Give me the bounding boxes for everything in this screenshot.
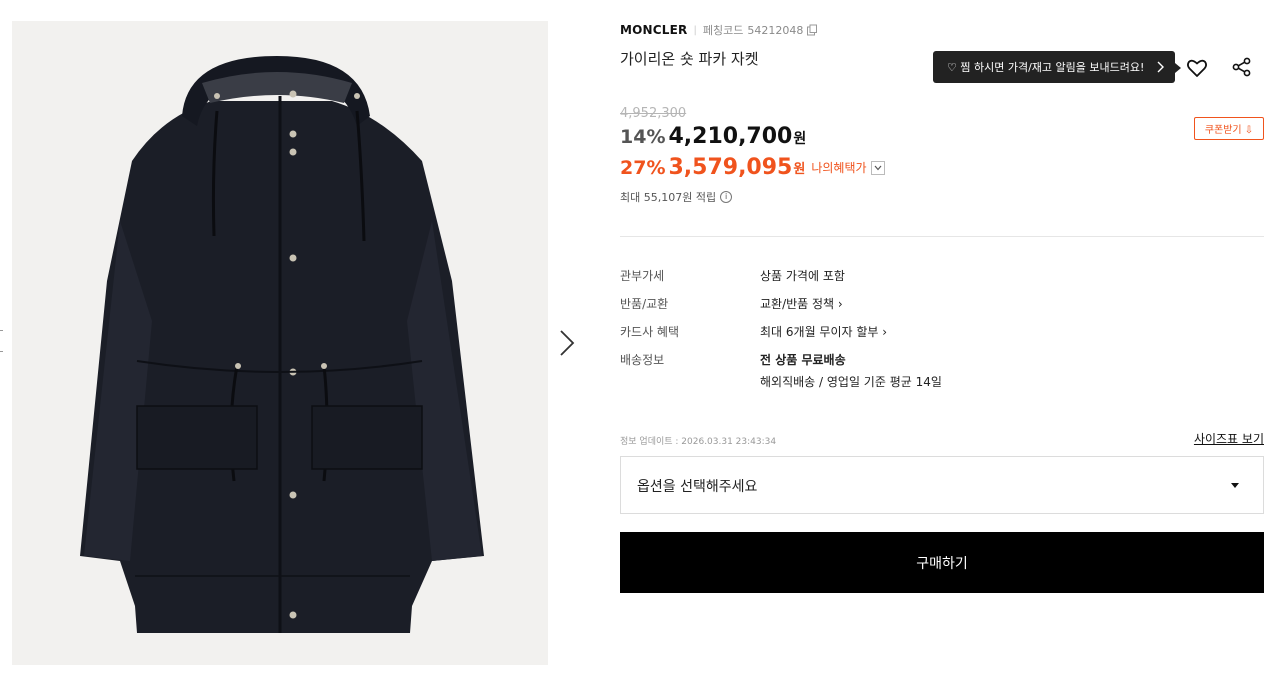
caret-down-icon [1231, 483, 1239, 488]
original-price: 4,952,300 [620, 106, 687, 121]
left-edge-marks [0, 330, 3, 360]
detail-row-return: 반품/교환 교환/반품 정책 › [620, 295, 1264, 323]
benefit-price-row: 27% 3,579,095 원 나의혜택가 [620, 155, 885, 180]
discount-percent: 14% [620, 126, 666, 148]
currency-unit: 원 [793, 162, 806, 177]
product-details: 관부가세 상품 가격에 포함 반품/교환 교환/반품 정책 › 카드사 혜택 최… [620, 267, 1264, 399]
benefit-toggle[interactable] [870, 160, 885, 175]
detail-label: 반품/교환 [620, 297, 669, 311]
detail-label: 관부가세 [620, 269, 665, 283]
chevron-down-icon [874, 165, 881, 170]
coupon-button[interactable]: 쿠폰받기 ⇩ [1194, 117, 1264, 140]
brand-row: MONCLER | 페칭코드 54212048 [620, 22, 818, 38]
copy-icon[interactable] [806, 24, 818, 36]
buy-button[interactable]: 구매하기 [620, 532, 1264, 593]
chevron-right-icon [1157, 61, 1164, 73]
product-title: 가이리온 숏 파카 자켓 [620, 50, 759, 68]
wishlist-button[interactable] [1185, 56, 1209, 80]
shipping-value: 전 상품 무료배송 [760, 353, 846, 367]
product-image [12, 21, 548, 665]
share-icon [1232, 57, 1251, 77]
heart-icon [1186, 59, 1208, 77]
card-benefit-link[interactable]: 최대 6개월 무이자 할부 › [760, 323, 887, 340]
detail-row-customs: 관부가세 상품 가격에 포함 [620, 267, 1264, 295]
code-label: 페칭코드 [702, 24, 744, 37]
size-chart-link[interactable]: 사이즈표 보기 [1194, 430, 1264, 447]
detail-value: 상품 가격에 포함 [760, 269, 845, 283]
sale-price-row: 14% 4,210,700 원 [620, 124, 806, 149]
detail-label: 배송정보 [620, 353, 665, 367]
option-placeholder: 옵션을 선택해주세요 [637, 479, 758, 495]
benefit-percent: 27% [620, 156, 666, 179]
info-icon[interactable]: i [720, 191, 733, 203]
next-image-arrow[interactable] [556, 328, 578, 358]
update-timestamp: 정보 업데이트 : 2026.03.31 23:43:34 [620, 437, 777, 447]
currency-unit: 원 [793, 131, 807, 147]
product-info-panel: MONCLER | 페칭코드 54212048 가이리온 숏 파카 자켓 ♡ 찜… [620, 0, 1264, 673]
brand-name[interactable]: MONCLER [620, 23, 687, 37]
sale-price: 4,210,700 [668, 124, 793, 149]
benefit-price: 3,579,095 [668, 155, 793, 180]
detail-label: 카드사 혜택 [620, 325, 680, 339]
tooltip-message: ♡ 찜 하시면 가격/재고 알림을 보내드려요! [947, 61, 1145, 74]
section-divider [620, 236, 1264, 237]
reward-points: 최대 55,107원 적립 i [620, 189, 733, 205]
option-select[interactable]: 옵션을 선택해주세요 [620, 456, 1264, 514]
share-button[interactable] [1231, 56, 1253, 78]
my-benefit-label: 나의혜택가 [811, 161, 867, 175]
code-value: 54212048 [747, 23, 804, 37]
chevron-right-icon [560, 330, 575, 356]
jacket-photo [80, 56, 484, 633]
wishlist-alert-tooltip[interactable]: ♡ 찜 하시면 가격/재고 알림을 보내드려요! [933, 51, 1181, 83]
shipping-sub: 해외직배송 / 영업일 기준 평균 14일 [760, 375, 942, 389]
detail-row-shipping: 배송정보 전 상품 무료배송 해외직배송 / 영업일 기준 평균 14일 [620, 351, 1264, 399]
points-text: 최대 55,107원 적립 [620, 191, 717, 204]
detail-row-card: 카드사 혜택 최대 6개월 무이자 할부 › [620, 323, 1264, 351]
return-policy-link[interactable]: 교환/반품 정책 › [760, 295, 843, 312]
divider-bar: | [693, 24, 697, 36]
